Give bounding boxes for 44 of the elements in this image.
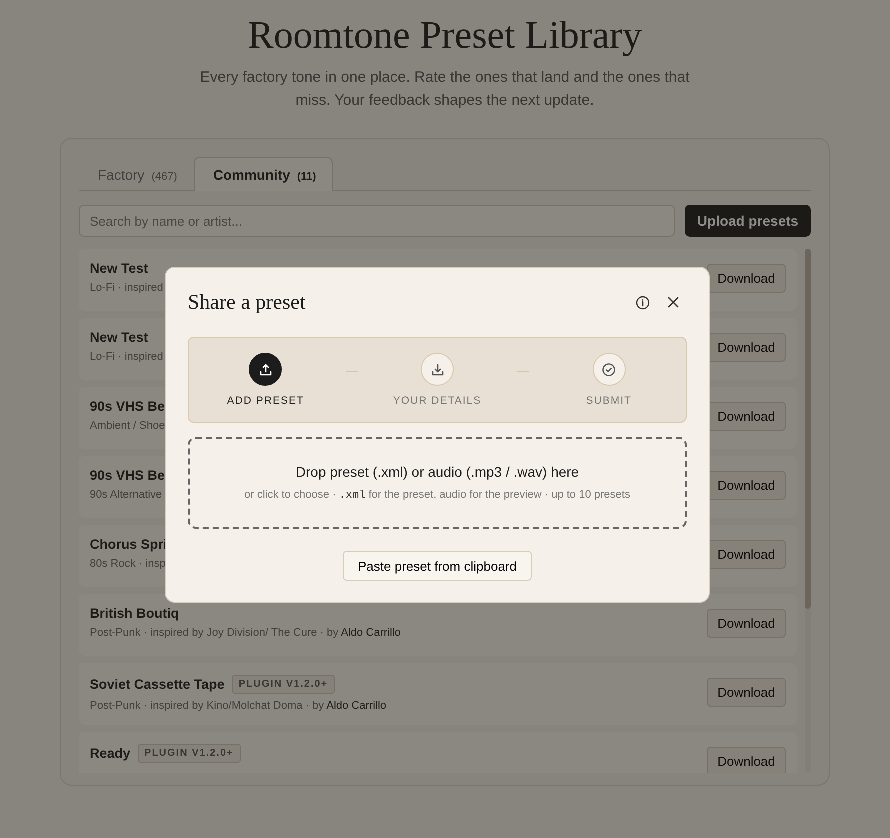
version-badge: PLUGIN V1.2.0+ xyxy=(232,675,336,694)
preset-meta: 80s Rock · insp xyxy=(90,558,167,570)
preset-name: 90s VHS Be xyxy=(90,468,166,483)
dialog-title: Share a preset xyxy=(188,290,307,315)
download-button[interactable]: Download xyxy=(707,540,786,569)
preset-name: Ready xyxy=(90,746,131,761)
tab[interactable]: Community (11) xyxy=(194,157,334,191)
download-icon xyxy=(430,362,444,376)
preset-meta: Lo-Fi · inspired xyxy=(90,282,164,294)
preset-meta: Lo-Fi · inspired xyxy=(90,351,164,363)
step-label: YOUR DETAILS xyxy=(393,395,482,407)
info-icon[interactable] xyxy=(636,296,650,310)
download-button[interactable]: Download xyxy=(707,333,786,362)
version-badge: PLUGIN V1.2.0+ xyxy=(138,744,241,763)
page-title: Roomtone Preset Library xyxy=(248,14,642,58)
download-button[interactable]: Download xyxy=(707,471,786,500)
check-circle-icon xyxy=(602,362,616,376)
drop-zone[interactable]: Drop preset (.xml) or audio (.mp3 / .wav) here or click to choose · .xml for the preset, audio for the preview · up to 10 presets xyxy=(188,437,687,529)
preset-meta: Post-Punk · inspired by Kino/Molchat Doma · by Aldo Carrillo xyxy=(90,700,387,712)
download-button[interactable]: Download xyxy=(707,402,786,431)
preset-name: New Test xyxy=(90,330,148,345)
step-label: ADD PRESET xyxy=(227,395,304,407)
close-icon[interactable] xyxy=(668,297,679,308)
preset-name: Soviet Cassette Tape xyxy=(90,677,225,692)
upload-button[interactable]: Upload presets xyxy=(685,205,811,237)
download-button[interactable]: Download xyxy=(707,747,786,773)
preset-meta: 90s Alternative xyxy=(90,489,164,501)
preset-name: New Test xyxy=(90,261,148,276)
tab[interactable]: Factory (467) xyxy=(79,157,194,191)
page-subtitle: Every factory tone in one place. Rate the ones that land and the ones that miss. Your feedback shapes the next update. xyxy=(199,68,691,111)
upload-icon xyxy=(258,362,273,376)
drop-title: Drop preset (.xml) or audio (.mp3 / .wav) here xyxy=(296,464,580,480)
preset-meta: Post-Punk · inspired by Joy Division/ The Cure · by Aldo Carrillo xyxy=(90,627,401,639)
scrollbar[interactable] xyxy=(805,249,811,773)
download-button[interactable]: Download xyxy=(707,264,786,293)
drop-hint: or click to choose · .xml for the preset, audio for the preview · up to 10 presets xyxy=(244,489,630,502)
step-label: SUBMIT xyxy=(586,395,632,407)
paste-button[interactable]: Paste preset from clipboard xyxy=(343,551,532,581)
preset-name: 90s VHS Be xyxy=(90,399,166,414)
search-field[interactable]: Search by name or artist... xyxy=(79,205,675,237)
download-button[interactable]: Download xyxy=(707,609,786,638)
preset-meta: Ambient / Shoe xyxy=(90,420,166,432)
download-button[interactable]: Download xyxy=(707,678,786,707)
preset-name: British Boutiq xyxy=(90,606,180,621)
